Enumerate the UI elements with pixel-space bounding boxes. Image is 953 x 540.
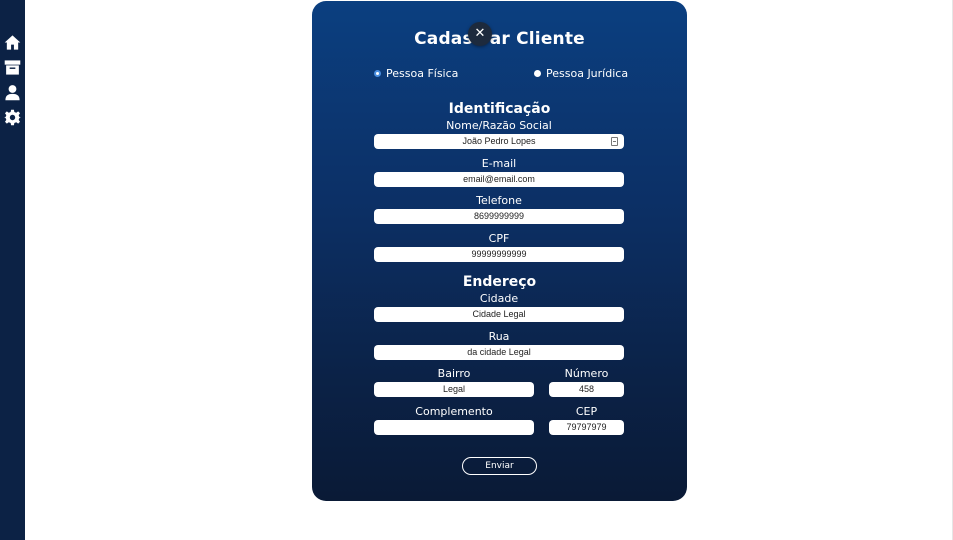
gear-icon[interactable]: [4, 109, 21, 126]
archive-icon[interactable]: [4, 59, 21, 76]
city-input[interactable]: Cidade Legal: [374, 307, 624, 322]
register-client-modal: Cadastrar Cliente ✕ Pessoa Física Pessoa…: [312, 1, 687, 501]
street-input[interactable]: da cidade Legal: [374, 345, 624, 360]
close-button[interactable]: ✕: [468, 22, 492, 46]
street-label: Rua: [488, 330, 510, 343]
radio-selected-icon[interactable]: [374, 70, 381, 77]
modal-title: Cadastrar Cliente: [414, 29, 585, 49]
email-input[interactable]: email@email.com: [374, 172, 624, 187]
complement-label: Complemento: [415, 405, 493, 418]
home-icon[interactable]: [4, 34, 21, 51]
cep-input[interactable]: 79797979: [549, 420, 624, 435]
radio-pessoa-juridica[interactable]: Pessoa Jurídica: [534, 67, 628, 80]
radio-unselected-icon[interactable]: [534, 70, 541, 77]
district-input[interactable]: Legal: [374, 382, 534, 397]
number-input[interactable]: 458: [549, 382, 624, 397]
submit-button[interactable]: Enviar: [462, 457, 537, 475]
radio-label: Pessoa Física: [386, 67, 459, 80]
email-label: E-mail: [481, 157, 517, 170]
sidebar: [0, 0, 25, 540]
user-icon[interactable]: [4, 84, 21, 101]
cpf-label: CPF: [488, 232, 510, 245]
name-value: João Pedro Lopes: [462, 136, 536, 146]
city-label: Cidade: [479, 292, 519, 305]
name-input[interactable]: João Pedro Lopes: [374, 134, 624, 149]
number-label: Número: [564, 367, 609, 380]
phone-input[interactable]: 8699999999: [374, 209, 624, 224]
identification-heading: Identificação: [448, 101, 551, 117]
name-label: Nome/Razão Social: [446, 119, 552, 132]
cpf-input[interactable]: 99999999999: [374, 247, 624, 262]
address-heading: Endereço: [462, 274, 537, 290]
cep-label: CEP: [575, 405, 598, 418]
phone-label: Telefone: [476, 194, 522, 207]
radio-label: Pessoa Jurídica: [546, 67, 629, 80]
district-label: Bairro: [437, 367, 471, 380]
radio-pessoa-fisica[interactable]: Pessoa Física: [374, 67, 458, 80]
autofill-icon[interactable]: [611, 137, 618, 146]
complement-input[interactable]: [374, 420, 534, 435]
